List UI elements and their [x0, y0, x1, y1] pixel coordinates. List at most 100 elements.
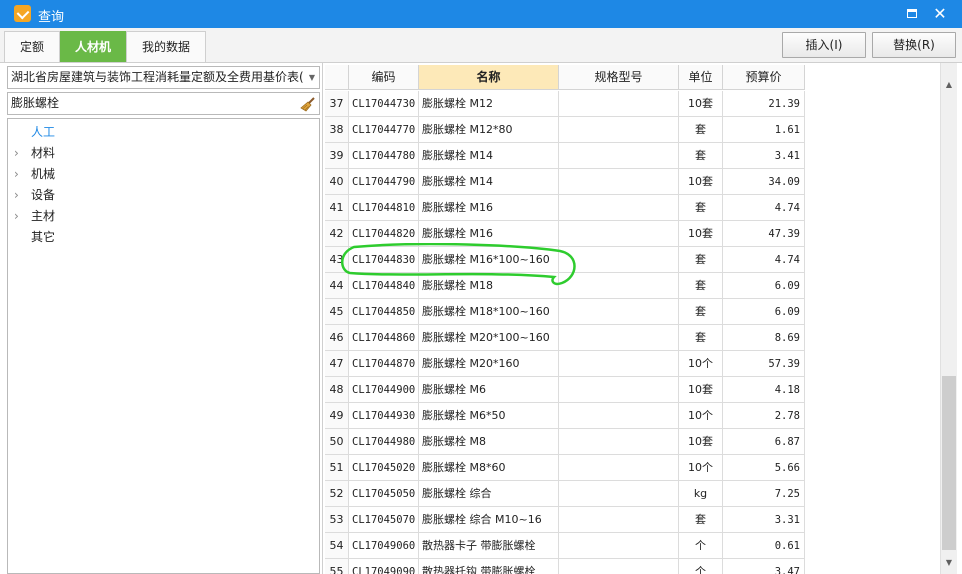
cell-unit: 个 [679, 533, 723, 559]
header-price[interactable]: 预算价 [723, 65, 805, 90]
table-row[interactable]: 45 CL17044850 膨胀螺栓 M18*100~160 套 6.09 [325, 299, 805, 325]
cell-num: 48 [325, 377, 349, 403]
cell-name: 膨胀螺栓 综合 M10~16 [419, 507, 559, 533]
app-icon [14, 5, 31, 22]
cell-price: 6.09 [723, 273, 805, 299]
cell-unit: 个 [679, 559, 723, 574]
cell-spec [559, 351, 679, 377]
cell-spec [559, 507, 679, 533]
table-row[interactable]: 46 CL17044860 膨胀螺栓 M20*100~160 套 8.69 [325, 325, 805, 351]
scrollbar-thumb[interactable] [942, 376, 956, 550]
cell-spec [559, 169, 679, 195]
cell-spec [559, 377, 679, 403]
expand-arrow-icon[interactable]: › [14, 185, 26, 206]
cell-unit: 套 [679, 325, 723, 351]
cell-name: 膨胀螺栓 M6*50 [419, 403, 559, 429]
cell-name: 膨胀螺栓 M8 [419, 429, 559, 455]
replace-button[interactable]: 替换(R) [872, 32, 956, 58]
chevron-down-icon[interactable]: ▼ [305, 67, 319, 88]
cell-num: 38 [325, 117, 349, 143]
table-row[interactable]: 48 CL17044900 膨胀螺栓 M6 10套 4.18 [325, 377, 805, 403]
tab-my-data[interactable]: 我的数据 [126, 31, 206, 62]
table-row[interactable]: 37 CL17044730 膨胀螺栓 M12 10套 21.39 [325, 91, 805, 117]
expand-arrow-icon[interactable]: › [14, 206, 26, 227]
cell-num: 44 [325, 273, 349, 299]
table-row[interactable]: 51 CL17045020 膨胀螺栓 M8*60 10个 5.66 [325, 455, 805, 481]
insert-button[interactable]: 插入(I) [782, 32, 866, 58]
header-code[interactable]: 编码 [349, 65, 419, 90]
cell-name: 散热器托钩 带膨胀螺栓 [419, 559, 559, 574]
grid-scrollbar[interactable]: ▲ ▼ [940, 63, 957, 574]
header-unit[interactable]: 单位 [679, 65, 723, 90]
search-input[interactable]: 膨胀螺栓 [7, 92, 320, 115]
expand-arrow-icon[interactable]: › [14, 143, 26, 164]
table-row[interactable]: 38 CL17044770 膨胀螺栓 M12*80 套 1.61 [325, 117, 805, 143]
cell-price: 6.09 [723, 299, 805, 325]
cell-price: 2.78 [723, 403, 805, 429]
title-bar: 查询 ✕ [0, 0, 962, 28]
cell-spec [559, 247, 679, 273]
cell-code: CL17045020 [349, 455, 419, 481]
cell-unit: 10个 [679, 455, 723, 481]
cell-unit: 10套 [679, 169, 723, 195]
clear-broom-icon[interactable] [300, 96, 316, 112]
table-row[interactable]: 43 CL17044830 膨胀螺栓 M16*100~160 套 4.74 [325, 247, 805, 273]
cell-spec [559, 403, 679, 429]
table-row[interactable]: 39 CL17044780 膨胀螺栓 M14 套 3.41 [325, 143, 805, 169]
table-row[interactable]: 53 CL17045070 膨胀螺栓 综合 M10~16 套 3.31 [325, 507, 805, 533]
cell-code: CL17044900 [349, 377, 419, 403]
table-row[interactable]: 49 CL17044930 膨胀螺栓 M6*50 10个 2.78 [325, 403, 805, 429]
results-grid: 编码 名称 规格型号 单位 预算价 37 CL17044730 膨胀螺栓 M12 10… [322, 63, 940, 574]
cell-price: 21.39 [723, 91, 805, 117]
table-row[interactable]: 47 CL17044870 膨胀螺栓 M20*160 10个 57.39 [325, 351, 805, 377]
cell-unit: 10套 [679, 91, 723, 117]
cell-spec [559, 117, 679, 143]
header-spec[interactable]: 规格型号 [559, 65, 679, 90]
cell-num: 40 [325, 169, 349, 195]
close-button[interactable]: ✕ [930, 4, 950, 24]
cell-unit: 10套 [679, 377, 723, 403]
cell-code: CL17045070 [349, 507, 419, 533]
cell-name: 膨胀螺栓 M14 [419, 169, 559, 195]
cell-code: CL17049060 [349, 533, 419, 559]
cell-code: CL17044840 [349, 273, 419, 299]
cell-spec [559, 195, 679, 221]
expand-arrow-icon[interactable]: › [14, 164, 26, 185]
table-row[interactable]: 42 CL17044820 膨胀螺栓 M16 10套 47.39 [325, 221, 805, 247]
scroll-up-arrow-icon[interactable]: ▲ [941, 77, 957, 93]
cell-price: 3.47 [723, 559, 805, 574]
cell-name: 膨胀螺栓 M16*100~160 [419, 247, 559, 273]
table-row[interactable]: 55 CL17049090 散热器托钩 带膨胀螺栓 个 3.47 [325, 559, 805, 574]
minimize-button[interactable] [902, 4, 922, 24]
table-row[interactable]: 50 CL17044980 膨胀螺栓 M8 10套 6.87 [325, 429, 805, 455]
table-row[interactable]: 40 CL17044790 膨胀螺栓 M14 10套 34.09 [325, 169, 805, 195]
cell-unit: 套 [679, 507, 723, 533]
cell-num: 47 [325, 351, 349, 377]
cell-name: 膨胀螺栓 M14 [419, 143, 559, 169]
cell-unit: 套 [679, 143, 723, 169]
cell-num: 55 [325, 559, 349, 574]
cell-spec [559, 533, 679, 559]
cell-num: 54 [325, 533, 349, 559]
table-row[interactable]: 44 CL17044840 膨胀螺栓 M18 套 6.09 [325, 273, 805, 299]
cell-unit: 套 [679, 117, 723, 143]
table-row[interactable]: 41 CL17044810 膨胀螺栓 M16 套 4.74 [325, 195, 805, 221]
cell-price: 57.39 [723, 351, 805, 377]
table-row[interactable]: 54 CL17049060 散热器卡子 带膨胀螺栓 个 0.61 [325, 533, 805, 559]
cell-num: 52 [325, 481, 349, 507]
cell-code: CL17044730 [349, 91, 419, 117]
tab-quota[interactable]: 定额 [4, 31, 60, 62]
cell-name: 膨胀螺栓 M12 [419, 91, 559, 117]
header-name[interactable]: 名称 [419, 65, 559, 90]
table-row[interactable]: 52 CL17045050 膨胀螺栓 综合 kg 7.25 [325, 481, 805, 507]
cell-name: 膨胀螺栓 M20*100~160 [419, 325, 559, 351]
left-pane: 湖北省房屋建筑与装饰工程消耗量定额及全费用基价表( ▼ 膨胀螺栓 人工 › 材料… [0, 63, 322, 574]
tab-labor-material-machine[interactable]: 人材机 [60, 31, 126, 62]
cell-spec [559, 91, 679, 117]
cell-price: 8.69 [723, 325, 805, 351]
scroll-down-arrow-icon[interactable]: ▼ [941, 555, 957, 571]
cell-price: 1.61 [723, 117, 805, 143]
cell-code: CL17044980 [349, 429, 419, 455]
library-select[interactable]: 湖北省房屋建筑与装饰工程消耗量定额及全费用基价表( ▼ [7, 66, 320, 89]
cell-name: 膨胀螺栓 综合 [419, 481, 559, 507]
